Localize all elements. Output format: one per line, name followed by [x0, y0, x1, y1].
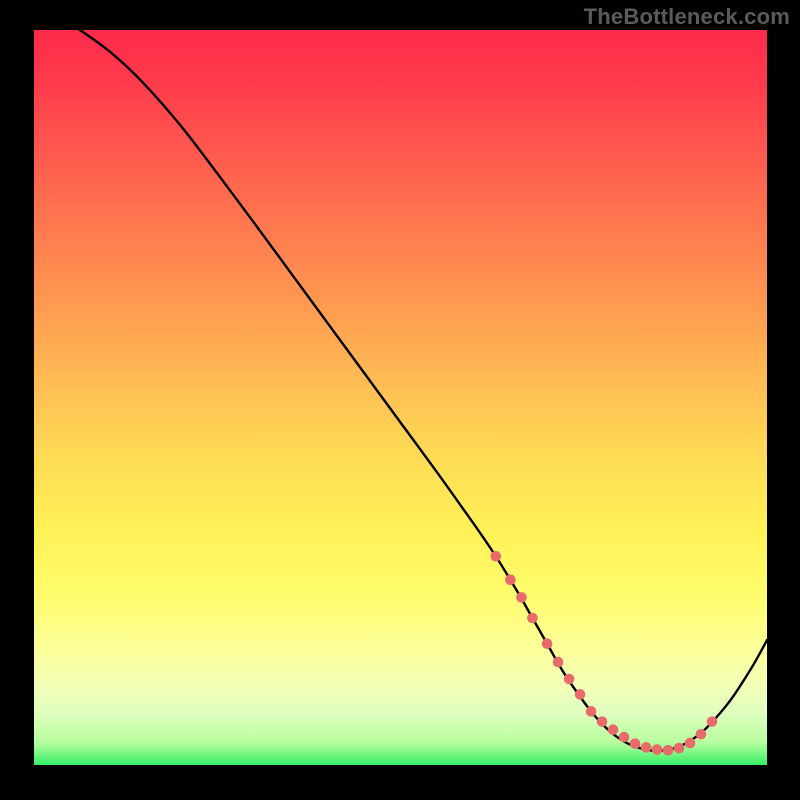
- valley-marker: [597, 716, 608, 727]
- bottleneck-curve-svg: [34, 30, 767, 765]
- valley-marker: [696, 729, 707, 740]
- valley-marker: [685, 738, 696, 749]
- valley-marker: [564, 674, 575, 685]
- valley-marker: [553, 657, 564, 668]
- valley-marker: [641, 742, 652, 753]
- valley-marker: [707, 716, 718, 727]
- chart-frame: TheBottleneck.com: [0, 0, 800, 800]
- valley-marker: [542, 638, 553, 649]
- valley-markers: [490, 551, 717, 756]
- valley-marker: [630, 738, 641, 749]
- valley-marker: [527, 613, 538, 624]
- watermark-text: TheBottleneck.com: [584, 4, 790, 30]
- valley-marker: [505, 574, 516, 585]
- valley-marker: [516, 592, 527, 603]
- valley-marker: [619, 732, 630, 743]
- valley-marker: [490, 551, 501, 562]
- valley-marker: [608, 724, 619, 735]
- valley-marker: [674, 743, 685, 754]
- valley-marker: [575, 689, 586, 700]
- bottleneck-curve-line: [34, 1, 767, 751]
- valley-marker: [663, 745, 674, 756]
- valley-marker: [652, 744, 663, 755]
- plot-area: [34, 30, 767, 765]
- valley-marker: [586, 706, 597, 717]
